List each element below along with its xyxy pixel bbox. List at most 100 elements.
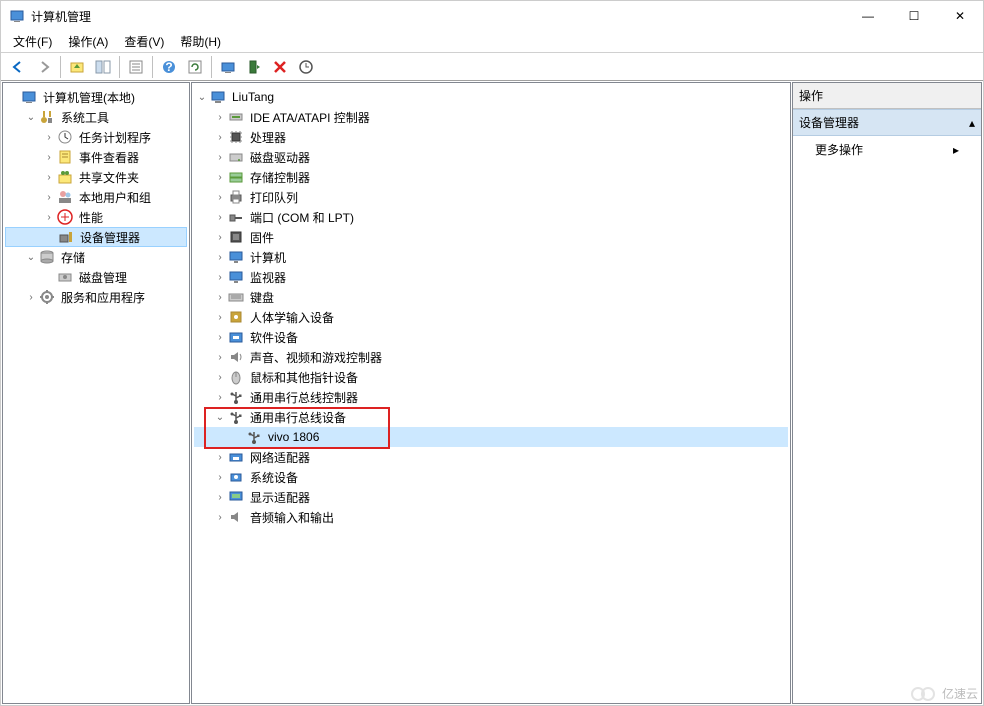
mid-row[interactable]: ›IDE ATA/ATAPI 控制器 (194, 107, 788, 127)
mid-label: 人体学输入设备 (248, 309, 336, 326)
expander-icon[interactable]: › (212, 312, 228, 323)
properties-button[interactable] (124, 55, 148, 79)
minimize-button[interactable]: — (845, 1, 891, 31)
mid-row[interactable]: ⌄ LiuTang (194, 87, 788, 107)
left-row[interactable]: ›任务计划程序 (5, 127, 187, 147)
mid-row[interactable]: › 处理器 (194, 127, 788, 147)
mid-row[interactable]: › 鼠标和其他指针设备 (194, 367, 788, 387)
mouse-icon (228, 369, 244, 385)
expander-icon[interactable]: ⌄ (23, 112, 39, 123)
mid-label: 处理器 (248, 129, 288, 146)
forward-button[interactable] (32, 55, 56, 79)
expander-icon[interactable]: › (212, 492, 228, 503)
expander-icon[interactable]: › (212, 472, 228, 483)
expander-icon[interactable]: › (23, 292, 39, 303)
more-actions-item[interactable]: 更多操作 ▸ (793, 136, 981, 163)
print-icon (228, 189, 244, 205)
left-row[interactable]: 设备管理器 (5, 227, 187, 247)
mid-row[interactable]: ›音频输入和输出 (194, 507, 788, 527)
left-row[interactable]: 计算机管理(本地) (5, 87, 187, 107)
expander-icon[interactable]: › (212, 232, 228, 243)
expander-icon[interactable]: › (212, 332, 228, 343)
left-row[interactable]: ⌄系统工具 (5, 107, 187, 127)
mid-label: LiuTang (230, 90, 276, 104)
actions-category[interactable]: 设备管理器 ▴ (793, 109, 981, 136)
expander-icon[interactable]: › (212, 252, 228, 263)
expander-icon[interactable]: › (212, 512, 228, 523)
mid-label: vivo 1806 (266, 430, 321, 444)
menu-view[interactable]: 查看(V) (116, 31, 172, 52)
menu-action[interactable]: 操作(A) (60, 31, 116, 52)
expander-icon[interactable]: › (212, 392, 228, 403)
mid-label: 计算机 (248, 249, 288, 266)
scan-hardware-button[interactable] (216, 55, 240, 79)
mid-row[interactable]: ›显示适配器 (194, 487, 788, 507)
show-hide-tree-button[interactable] (91, 55, 115, 79)
expander-icon[interactable]: › (212, 192, 228, 203)
port-icon (228, 209, 244, 225)
expander-icon[interactable]: › (212, 152, 228, 163)
close-button[interactable]: ✕ (937, 1, 983, 31)
mid-row[interactable]: ›打印队列 (194, 187, 788, 207)
mid-label: 磁盘驱动器 (248, 149, 312, 166)
perf-icon (57, 209, 73, 225)
expander-icon[interactable]: › (212, 172, 228, 183)
mid-row[interactable]: ›声音、视频和游戏控制器 (194, 347, 788, 367)
mid-row[interactable]: › 磁盘驱动器 (194, 147, 788, 167)
expander-icon[interactable]: › (41, 192, 57, 203)
left-row[interactable]: ›事件查看器 (5, 147, 187, 167)
left-row[interactable]: 磁盘管理 (5, 267, 187, 287)
left-label: 本地用户和组 (77, 189, 153, 206)
mid-label: 鼠标和其他指针设备 (248, 369, 360, 386)
maximize-button[interactable]: ☐ (891, 1, 937, 31)
left-row[interactable]: ⌄存储 (5, 247, 187, 267)
left-row[interactable]: ›性能 (5, 207, 187, 227)
refresh-button[interactable] (183, 55, 207, 79)
expander-icon[interactable]: › (212, 292, 228, 303)
fw-icon (228, 229, 244, 245)
disk-icon (57, 269, 73, 285)
mid-row[interactable]: ›软件设备 (194, 327, 788, 347)
expander-icon[interactable]: ⌄ (23, 252, 39, 263)
expander-icon[interactable]: › (212, 352, 228, 363)
mid-row[interactable]: › 人体学输入设备 (194, 307, 788, 327)
up-button[interactable] (65, 55, 89, 79)
left-row[interactable]: › 服务和应用程序 (5, 287, 187, 307)
menu-help[interactable]: 帮助(H) (172, 31, 229, 52)
mid-row[interactable]: ›端口 (COM 和 LPT) (194, 207, 788, 227)
expander-icon[interactable]: › (41, 152, 57, 163)
mid-row[interactable]: ›键盘 (194, 287, 788, 307)
mid-row[interactable]: vivo 1806 (194, 427, 788, 447)
expander-icon[interactable]: › (212, 452, 228, 463)
expander-icon[interactable]: › (212, 132, 228, 143)
update-driver-button[interactable] (294, 55, 318, 79)
mid-row[interactable]: › 监视器 (194, 267, 788, 287)
mid-row[interactable]: ⌄通用串行总线设备 (194, 407, 788, 427)
help-button[interactable]: ? (157, 55, 181, 79)
mid-row[interactable]: ›系统设备 (194, 467, 788, 487)
uninstall-button[interactable] (268, 55, 292, 79)
mid-row[interactable]: ›通用串行总线控制器 (194, 387, 788, 407)
expander-icon[interactable]: › (212, 272, 228, 283)
menu-file[interactable]: 文件(F) (5, 31, 60, 52)
net-icon (228, 449, 244, 465)
expander-icon[interactable]: › (212, 372, 228, 383)
expander-icon[interactable]: › (212, 212, 228, 223)
mid-row[interactable]: ›固件 (194, 227, 788, 247)
expander-icon[interactable]: › (41, 212, 57, 223)
left-label: 服务和应用程序 (59, 289, 147, 306)
left-row[interactable]: ›共享文件夹 (5, 167, 187, 187)
left-row[interactable]: › 本地用户和组 (5, 187, 187, 207)
enable-button[interactable] (242, 55, 266, 79)
back-button[interactable] (6, 55, 30, 79)
expander-icon[interactable]: › (41, 172, 57, 183)
mid-row[interactable]: ›存储控制器 (194, 167, 788, 187)
mid-label: 监视器 (248, 269, 288, 286)
mid-row[interactable]: › 计算机 (194, 247, 788, 267)
mid-row[interactable]: ›网络适配器 (194, 447, 788, 467)
expander-icon[interactable]: › (212, 112, 228, 123)
expander-icon[interactable]: ⌄ (194, 92, 210, 103)
expander-icon[interactable]: ⌄ (212, 412, 228, 423)
monitor-icon (228, 249, 244, 265)
expander-icon[interactable]: › (41, 132, 57, 143)
